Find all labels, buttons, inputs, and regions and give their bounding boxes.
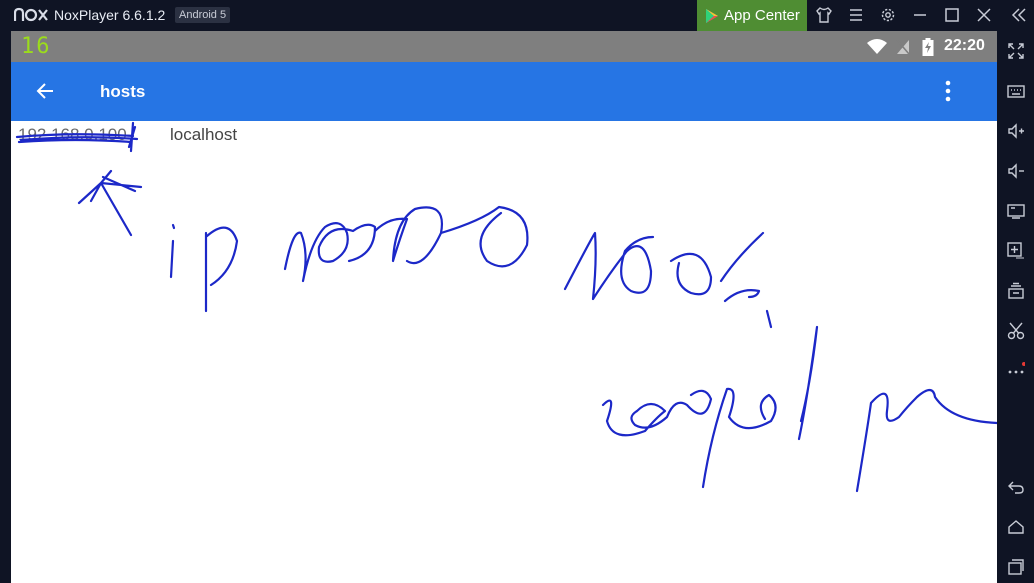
screen-icon[interactable]	[1007, 202, 1025, 220]
handwritten-annotation	[15, 121, 997, 493]
minimize-icon[interactable]	[911, 6, 929, 24]
menu-icon[interactable]	[847, 6, 865, 24]
app-toolbar: hosts	[11, 62, 997, 121]
overflow-menu-icon[interactable]	[944, 80, 952, 102]
fullscreen-icon[interactable]	[1007, 42, 1025, 60]
keyboard-icon[interactable]	[1007, 82, 1025, 100]
gear-icon[interactable]	[879, 6, 897, 24]
wifi-icon	[867, 39, 887, 54]
more-icon[interactable]	[1007, 362, 1025, 380]
maximize-icon[interactable]	[943, 6, 961, 24]
signal-off-icon	[896, 39, 910, 55]
shirt-icon[interactable]	[815, 6, 833, 24]
battery-charging-icon	[922, 38, 934, 56]
scissors-icon[interactable]	[1007, 322, 1025, 340]
play-store-icon	[706, 9, 718, 23]
hosts-file-content[interactable]: 192.168.0.100 localhost	[11, 121, 997, 583]
app-title: NoxPlayer 6.6.1.2	[54, 7, 166, 23]
android-status-bar: 16 22:20	[11, 31, 997, 62]
nox-logo	[14, 7, 48, 22]
multi-instance-icon[interactable]	[1007, 282, 1025, 300]
apk-install-icon[interactable]	[1007, 242, 1025, 260]
volume-up-icon[interactable]	[1007, 122, 1025, 140]
back-icon[interactable]	[1007, 478, 1025, 496]
app-center-button[interactable]: App Center	[697, 0, 807, 31]
recents-icon[interactable]	[1007, 558, 1025, 576]
volume-down-icon[interactable]	[1007, 162, 1025, 180]
home-icon[interactable]	[1007, 518, 1025, 536]
app-center-label: App Center	[724, 7, 800, 24]
status-indicator: 16	[21, 34, 52, 59]
emulator-title-bar: NoxPlayer 6.6.1.2 Android 5 App Center	[0, 0, 1034, 31]
collapse-sidebar-icon[interactable]	[1010, 6, 1028, 24]
android-screen[interactable]: 16 22:20 hosts 192.168.0.100 localhost	[11, 31, 997, 583]
android-version-badge: Android 5	[175, 7, 231, 23]
back-arrow-icon[interactable]	[35, 81, 55, 101]
close-icon[interactable]	[975, 6, 993, 24]
status-time: 22:20	[944, 37, 985, 54]
page-title: hosts	[100, 82, 146, 101]
emulator-sidebar	[997, 31, 1034, 583]
